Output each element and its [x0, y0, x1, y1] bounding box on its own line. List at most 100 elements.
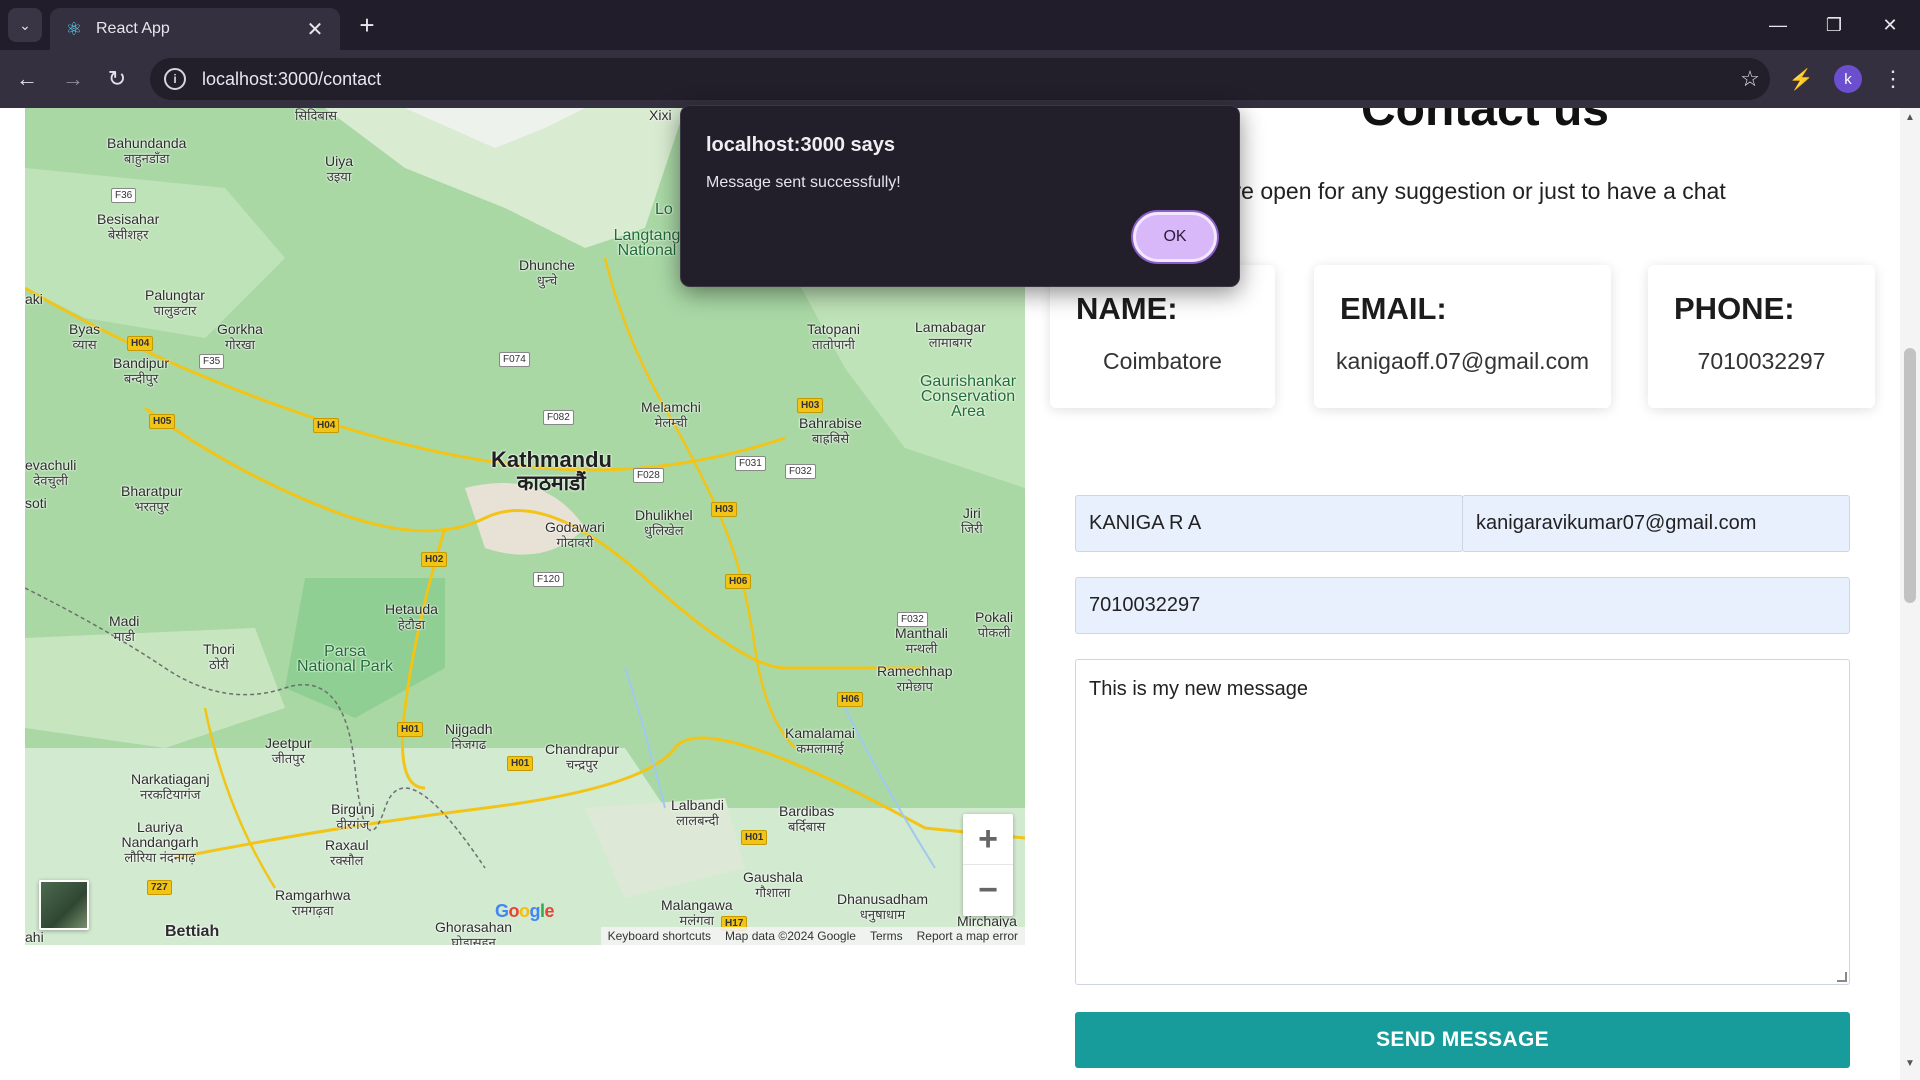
reload-icon[interactable]: ↻: [100, 62, 134, 96]
tab-bar: ⌄ ⚛ React App ✕ + — ❐ ✕: [0, 0, 1920, 50]
send-message-button[interactable]: SEND MESSAGE: [1075, 1012, 1850, 1068]
info-card-label: NAME:: [1076, 291, 1178, 326]
message-textarea[interactable]: This is my new message: [1075, 659, 1850, 985]
site-info-icon[interactable]: i: [164, 68, 186, 90]
map-label: Chandrapur चन्द्रपुर: [545, 741, 619, 773]
zoom-out-button[interactable]: −: [963, 865, 1013, 916]
road-shield: H01: [507, 756, 534, 771]
map-label: Ramgarhwa रामगढ़वा: [275, 887, 351, 919]
map-label: Bettiah: [165, 923, 220, 940]
scroll-down-icon[interactable]: ▼: [1904, 1058, 1916, 1070]
map-label: Lalbandi लालबन्दी: [671, 797, 724, 829]
terms-link[interactable]: Terms: [863, 929, 910, 943]
minimize-icon[interactable]: —: [1758, 8, 1798, 42]
map-label: Birgunj वीरगंज: [331, 801, 375, 833]
road-shield: H04: [127, 336, 154, 351]
map-label: Manthali मन्थली: [895, 625, 948, 657]
map-label: Langtang National: [613, 227, 681, 259]
email-field[interactable]: kanigaravikumar07@gmail.com: [1462, 495, 1850, 552]
tab-title: React App: [96, 20, 170, 37]
map-zoom-control: + −: [963, 814, 1013, 916]
map-label: Dhanusadham धनुषाधाम: [837, 891, 929, 923]
road-shield: F120: [533, 572, 564, 587]
map-label: Kathmandu काठमाडौं: [491, 447, 612, 496]
tab-close-icon[interactable]: ✕: [304, 17, 326, 42]
url-text[interactable]: localhost:3000/contact: [202, 69, 1730, 90]
alert-dialog: localhost:3000 says Message sent success…: [680, 105, 1240, 287]
browser-toolbar: ← → ↻ i localhost:3000/contact ☆ ⚡ k ⋮: [0, 50, 1920, 108]
scroll-thumb[interactable]: [1904, 348, 1916, 603]
map-label: Raxaul रक्सौल: [325, 837, 369, 869]
road-shield: F082: [543, 410, 574, 425]
map-label: Kamalamai कमलामाई: [785, 725, 856, 757]
phone-field[interactable]: 7010032297: [1075, 577, 1850, 634]
forward-arrow-icon[interactable]: →: [56, 62, 90, 96]
bookmark-star-icon[interactable]: ☆: [1730, 66, 1770, 92]
map-label: soti: [25, 495, 47, 511]
map-label: evachuli देवचुली: [25, 457, 77, 489]
map-label: Dhunche धुन्चे: [519, 257, 576, 289]
name-field[interactable]: KANIGA R A: [1075, 495, 1463, 552]
road-shield: F36: [111, 188, 137, 203]
avatar[interactable]: k: [1834, 65, 1862, 93]
map-label: ahi: [25, 929, 44, 945]
map-label: Melamchi मेलम्ची: [641, 399, 701, 431]
scroll-up-icon[interactable]: ▲: [1904, 112, 1916, 124]
new-tab-button[interactable]: +: [352, 10, 382, 40]
map-label: Byas व्यास: [69, 321, 101, 353]
map-label: Ramechhap रामेछाप: [877, 663, 953, 695]
close-icon[interactable]: ✕: [1870, 8, 1910, 42]
map-label: Gaushala गौशाला: [743, 869, 803, 901]
more-menu-icon[interactable]: ⋮: [1876, 62, 1910, 96]
map-label: Godawari गोदावरी: [545, 519, 605, 551]
address-bar[interactable]: i localhost:3000/contact ☆: [150, 58, 1770, 100]
map-label: Uiya उइया: [325, 153, 354, 185]
road-shield: H04: [313, 418, 340, 433]
map-attribution: Keyboard shortcuts Map data ©2024 Google…: [600, 927, 1025, 945]
road-shield: H03: [711, 502, 738, 517]
keyboard-shortcuts-link[interactable]: Keyboard shortcuts: [601, 929, 718, 943]
map-label: Bahundanda बाहुनडाँडा: [107, 135, 187, 167]
restore-icon[interactable]: ❐: [1814, 8, 1854, 42]
info-card-email: EMAIL: kanigaoff.07@gmail.com: [1314, 265, 1611, 408]
info-card-label: EMAIL:: [1340, 291, 1447, 326]
page-subtitle: We're open for any suggestion or just to…: [1195, 178, 1726, 204]
road-shield: H06: [837, 692, 864, 707]
map-label: Gaurishankar Conservation Area: [919, 373, 1017, 420]
map-label: Palungtar पालुङटार: [145, 287, 205, 319]
info-card-value: kanigaoff.07@gmail.com: [1335, 348, 1590, 374]
road-shield: F031: [735, 456, 766, 471]
road-shield: 727: [147, 880, 172, 895]
map-label: Hetauda हेटौडा: [385, 601, 438, 633]
react-logo-icon: ⚛: [65, 18, 83, 39]
map-label: Jiri जिरी: [961, 505, 983, 537]
road-shield: F074: [499, 352, 530, 367]
map-label: aki: [25, 291, 43, 307]
message-text: This is my new message: [1089, 678, 1308, 700]
map-label: Lamabagar लामाबगर: [915, 319, 986, 351]
map-label: Pokali पोकली: [975, 609, 1014, 641]
map-label: Narkatiaganj नरकटियागंज: [131, 771, 210, 803]
resize-handle-icon[interactable]: [1837, 972, 1847, 982]
browser-tab[interactable]: ⚛ React App ✕: [50, 8, 340, 50]
map-label: Bardibas बर्दिबास: [779, 803, 835, 835]
report-map-error-link[interactable]: Report a map error: [910, 929, 1025, 943]
tab-list-icon[interactable]: ⌄: [8, 8, 42, 42]
map-label: Gorkha गोरखा: [217, 321, 263, 353]
map-label: Ghorasahan घोड़ासहन: [435, 919, 513, 946]
back-arrow-icon[interactable]: ←: [10, 62, 44, 96]
google-logo: Google: [495, 901, 555, 921]
map-label: Dhulikhel धुलिखेल: [635, 507, 693, 539]
map-label: Bandipur बन्दीपुर: [113, 355, 170, 387]
road-shield: F35: [199, 354, 225, 369]
page-scrollbar[interactable]: ▲ ▼: [1900, 108, 1920, 1080]
map-label: Bahrabise बाह्रबिसे: [799, 415, 863, 447]
map-layer-toggle[interactable]: [39, 880, 89, 930]
zoom-in-button[interactable]: +: [963, 814, 1013, 865]
road-shield: H05: [149, 414, 176, 429]
map-label: Bharatpur भरतपुर: [121, 483, 183, 515]
map-label: Nijgadh निजगढ: [445, 721, 493, 753]
ok-button[interactable]: OK: [1133, 212, 1217, 262]
map-label: Parsa National Park: [296, 643, 394, 675]
extensions-icon[interactable]: ⚡: [1784, 62, 1818, 96]
